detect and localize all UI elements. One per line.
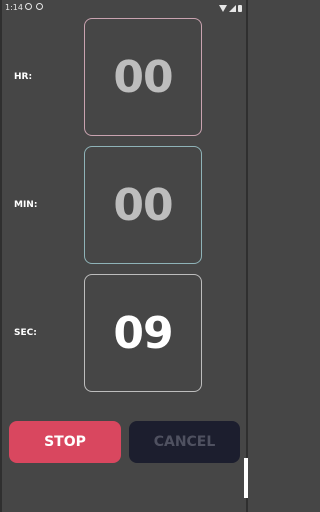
side-handle[interactable] [244,458,248,498]
hours-label: HR: [14,72,33,82]
signal-icon [229,4,236,12]
seconds-label: SEC: [14,328,37,338]
status-time: 1:14 [5,3,23,12]
status-bar: 1:14 [0,0,248,16]
wifi-icon [219,4,227,12]
seconds-display[interactable]: 09 [84,274,202,392]
sync-icon [25,3,32,10]
minutes-display[interactable]: 00 [84,146,202,264]
stop-button[interactable]: STOP [9,421,121,463]
left-edge [0,0,2,512]
hours-display[interactable]: 00 [84,18,202,136]
timer-screen: 1:14 HR: 00 MIN: 00 SEC: 09 STOP CANCEL [0,0,248,512]
cancel-button[interactable]: CANCEL [129,421,240,463]
status-indicators [219,4,242,12]
notification-icon [36,3,43,10]
minutes-label: MIN: [14,200,38,210]
battery-icon [238,4,242,12]
right-edge [246,0,248,512]
